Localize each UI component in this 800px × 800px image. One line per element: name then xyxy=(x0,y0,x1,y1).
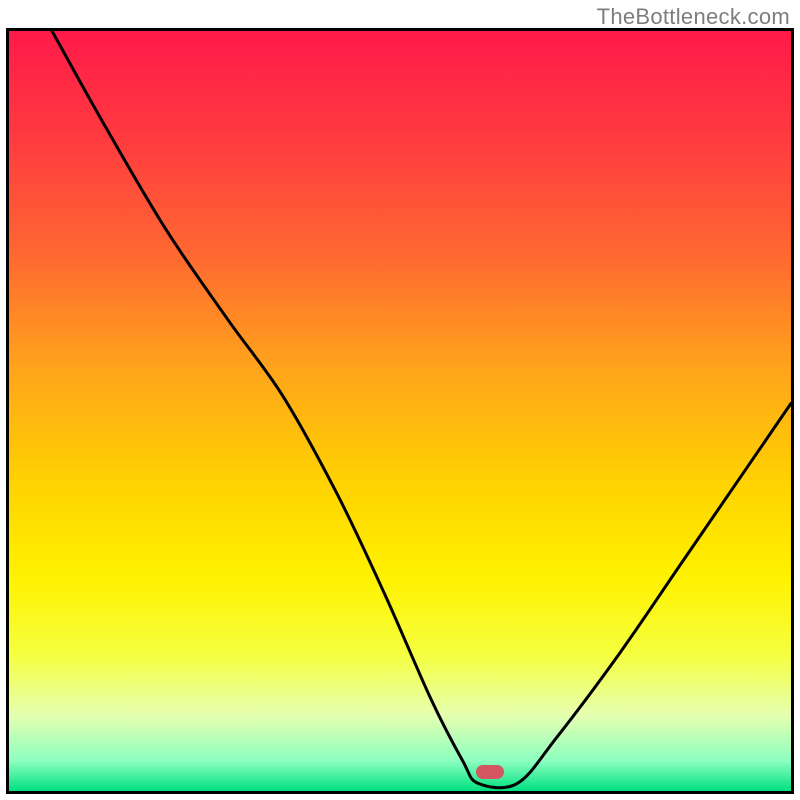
optimal-marker xyxy=(476,765,504,779)
bottleneck-curve xyxy=(9,31,791,791)
chart-frame xyxy=(6,28,794,794)
watermark-text: TheBottleneck.com xyxy=(597,4,790,30)
